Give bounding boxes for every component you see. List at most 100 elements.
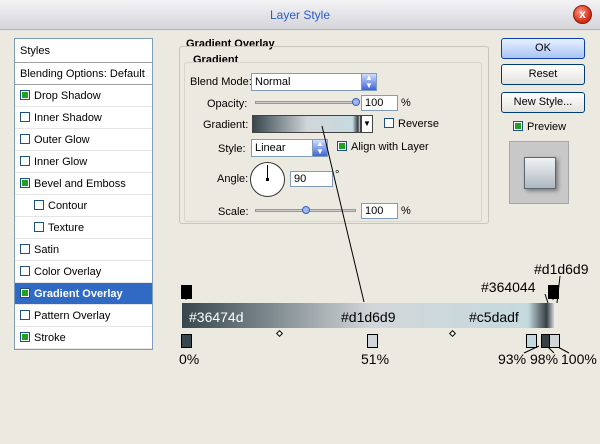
style-item-pattern-overlay[interactable]: Pattern Overlay [15, 305, 152, 327]
style-item-label: Color Overlay [34, 266, 102, 278]
preview-swatch [524, 157, 556, 189]
style-item-label: Satin [34, 244, 60, 256]
style-checkbox[interactable] [20, 244, 30, 254]
reset-button[interactable]: Reset [501, 64, 585, 85]
align-with-layer-checkbox[interactable]: Align with Layer [337, 141, 429, 153]
style-item-label: Inner Shadow [34, 112, 102, 124]
scale-input[interactable]: 100 [361, 203, 398, 219]
opacity-slider[interactable] [255, 101, 356, 104]
opacity-input[interactable]: 100 [361, 95, 398, 111]
angle-dial-center [266, 178, 269, 181]
reverse-label: Reverse [398, 118, 439, 130]
angle-label: Angle: [217, 173, 249, 185]
style-item-texture[interactable]: Texture [15, 217, 152, 239]
style-item-label: Pattern Overlay [34, 310, 111, 322]
color-stop-100[interactable] [549, 334, 560, 348]
style-item-gradient-overlay[interactable]: Gradient Overlay [15, 283, 152, 305]
style-checkbox[interactable] [34, 222, 44, 232]
align-with-layer-label: Align with Layer [351, 141, 429, 153]
color-stop-51[interactable] [367, 334, 378, 348]
style-checkbox[interactable] [20, 178, 30, 188]
color-stop-93[interactable] [526, 334, 537, 348]
style-item-label: Texture [48, 222, 85, 234]
preview-checkbox-box [513, 121, 523, 131]
styles-list: Styles Blending Options: Default Drop Sha… [14, 38, 153, 350]
style-label: Style: [218, 143, 246, 155]
opacity-stop-right[interactable] [548, 285, 559, 300]
style-select[interactable]: Linear ▲ ▼ [251, 139, 328, 157]
style-item-label: Bevel and Emboss [34, 178, 126, 190]
style-item-label: Blending Options: Default [20, 68, 145, 80]
opacity-slider-thumb[interactable] [352, 98, 360, 106]
style-item-label: Gradient Overlay [34, 288, 123, 300]
style-item-contour[interactable]: Contour [15, 195, 152, 217]
style-checkbox[interactable] [20, 156, 30, 166]
style-item-drop-shadow[interactable]: Drop Shadow [15, 85, 152, 107]
preview-label: Preview [527, 121, 567, 133]
window-title: Layer Style [269, 8, 331, 22]
style-checkbox[interactable] [20, 310, 30, 320]
style-item-color-overlay[interactable]: Color Overlay [15, 261, 152, 283]
style-checkbox[interactable] [20, 288, 30, 298]
scale-unit: % [401, 205, 411, 217]
stop-label-98: 98% [530, 351, 559, 367]
style-item-outer-glow[interactable]: Outer Glow [15, 129, 152, 151]
style-item-label: Drop Shadow [34, 90, 101, 102]
blend-mode-select[interactable]: Normal ▲ ▼ [251, 73, 377, 91]
bar-label-0: #36474d [189, 309, 244, 325]
bar-label-93: #c5dadf [469, 309, 519, 325]
scale-label: Scale: [218, 206, 249, 218]
blend-mode-label: Blend Mode: [190, 76, 252, 88]
style-item-inner-glow[interactable]: Inner Glow [15, 151, 152, 173]
style-checkbox[interactable] [34, 200, 44, 210]
close-icon: x [579, 7, 586, 21]
style-item-bevel-and-emboss[interactable]: Bevel and Emboss [15, 173, 152, 195]
stop-label-100: 100% [561, 351, 597, 367]
stop-label-51: 51% [361, 351, 390, 367]
opacity-unit: % [401, 97, 411, 109]
top-label-98: #364044 [481, 279, 536, 295]
style-item-label: Outer Glow [34, 134, 90, 146]
style-item-stroke[interactable]: Stroke [15, 327, 152, 349]
angle-input[interactable]: 90 [290, 171, 333, 187]
style-checkbox[interactable] [20, 266, 30, 276]
scale-slider-thumb[interactable] [301, 206, 310, 214]
style-preview [509, 141, 569, 204]
reverse-checkbox[interactable]: Reverse [384, 118, 439, 130]
chevron-updown-icon: ▲ ▼ [312, 140, 327, 156]
style-checkbox[interactable] [20, 332, 30, 342]
style-item-label: Contour [48, 200, 88, 212]
angle-unit: ° [335, 169, 340, 181]
midpoint-diamond[interactable] [275, 329, 284, 338]
ok-button[interactable]: OK [501, 38, 585, 59]
reverse-checkbox-box [384, 118, 394, 128]
title-bar: Layer Style x [0, 0, 600, 30]
style-checkbox[interactable] [20, 90, 30, 100]
preview-checkbox[interactable]: Preview [513, 121, 566, 133]
style-checkbox[interactable] [20, 112, 30, 122]
style-item-satin[interactable]: Satin [15, 239, 152, 261]
style-value: Linear [255, 142, 286, 154]
align-checkbox-box [337, 141, 347, 151]
style-item-inner-shadow[interactable]: Inner Shadow [15, 107, 152, 129]
gradient-dropdown-icon[interactable]: ▼ [361, 115, 373, 133]
chevron-updown-icon: ▲ ▼ [361, 74, 376, 90]
bar-label-51: #d1d6d9 [341, 309, 396, 325]
midpoint-diamond[interactable] [448, 329, 457, 338]
close-button[interactable]: x [573, 5, 592, 24]
stop-label-93: 93% [498, 351, 527, 367]
top-label-100: #d1d6d9 [534, 261, 589, 277]
color-stop-0[interactable] [181, 334, 192, 348]
style-item-label: Inner Glow [34, 156, 88, 168]
gradient-label: Gradient: [203, 119, 249, 131]
style-item-blending-options-default[interactable]: Blending Options: Default [15, 63, 152, 85]
blend-mode-value: Normal [255, 76, 291, 88]
style-item-label: Stroke [34, 332, 66, 344]
opacity-label: Opacity: [207, 98, 248, 110]
styles-header[interactable]: Styles [15, 39, 152, 63]
new-style-button[interactable]: New Style... [501, 92, 585, 113]
gradient-picker[interactable] [252, 115, 361, 133]
style-checkbox[interactable] [20, 134, 30, 144]
angle-dial[interactable] [250, 162, 285, 197]
opacity-stop-left[interactable] [181, 285, 192, 300]
